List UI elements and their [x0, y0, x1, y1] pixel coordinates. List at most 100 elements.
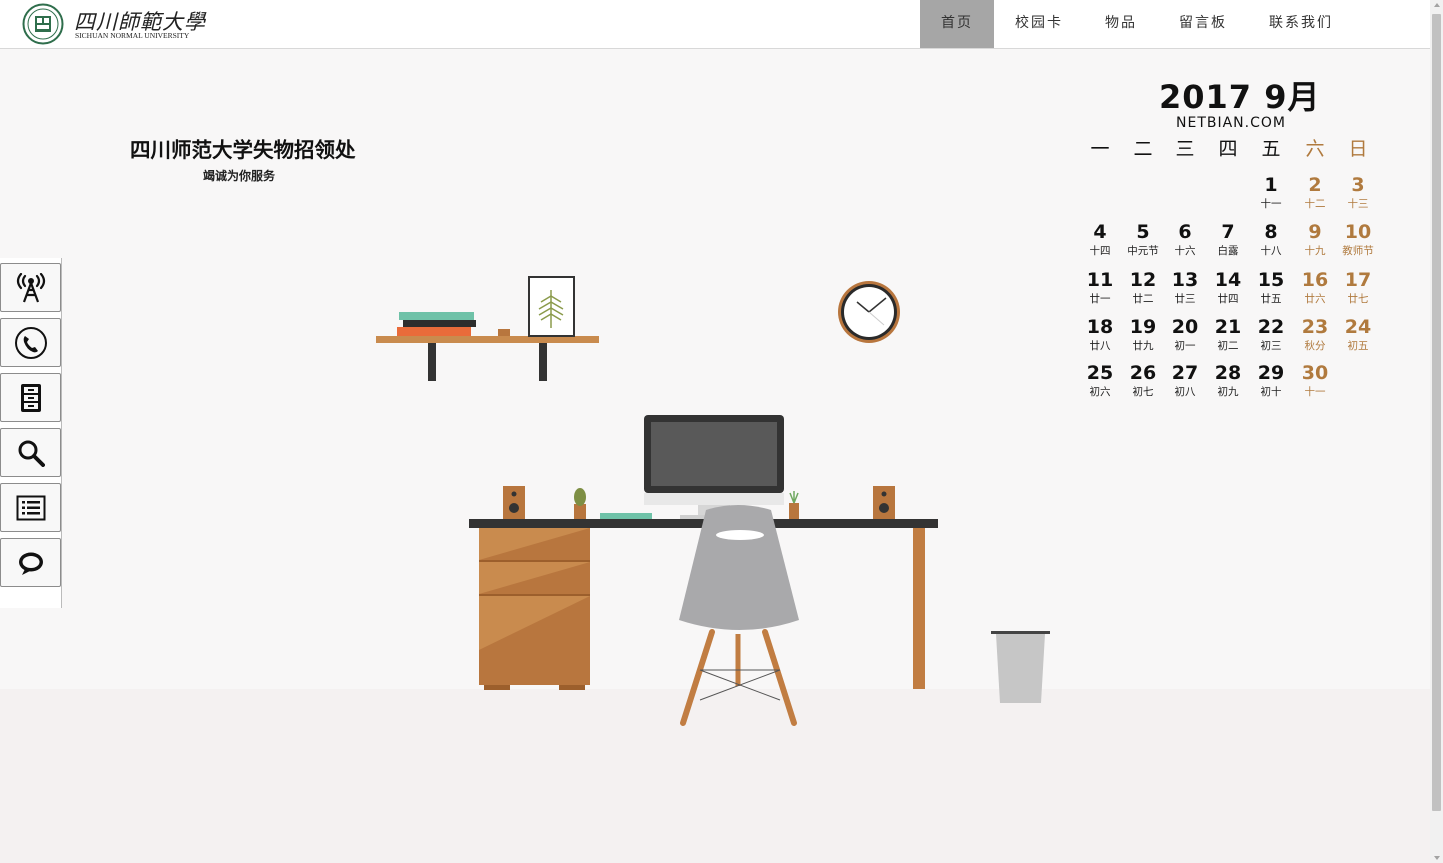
- lunar-date-label: 教师节: [1342, 245, 1374, 257]
- left-speaker: [503, 486, 525, 519]
- calendar-day-cell[interactable]: 8 十八: [1249, 220, 1293, 258]
- calendar-day-cell[interactable]: 3 十三: [1336, 173, 1380, 211]
- right-speaker: [873, 486, 895, 519]
- sidebar-phone-button[interactable]: [0, 318, 61, 367]
- calendar-day-cell[interactable]: 30 十一: [1293, 361, 1337, 399]
- calendar-day-cell[interactable]: 7 白露: [1206, 220, 1250, 258]
- lunar-date-label: 十九: [1304, 245, 1326, 257]
- day-number: 13: [1171, 269, 1199, 291]
- lunar-date-label: 初一: [1174, 340, 1196, 352]
- day-number: 11: [1086, 269, 1114, 291]
- lunar-date-label: 初二: [1217, 340, 1239, 352]
- calendar-year-month: 2017 9月: [1159, 78, 1321, 116]
- lunar-date-label: 十三: [1347, 198, 1369, 210]
- calendar-day-cell[interactable]: 20 初一: [1163, 315, 1207, 353]
- calendar-day-cell[interactable]: 19 廿九: [1121, 315, 1165, 353]
- calendar-day-cell[interactable]: 17 廿七: [1336, 268, 1380, 306]
- calendar-day-cell[interactable]: 27 初八: [1163, 361, 1207, 399]
- lunar-date-label: 十四: [1089, 245, 1111, 257]
- day-number: 23: [1301, 316, 1329, 338]
- lunar-date-label: 十六: [1174, 245, 1196, 257]
- calendar-day-cell[interactable]: 18 廿八: [1078, 315, 1122, 353]
- day-number: 7: [1221, 221, 1235, 243]
- day-number: 20: [1171, 316, 1199, 338]
- lunar-date-label: 初九: [1217, 386, 1239, 398]
- wall-clock-icon: [838, 281, 900, 343]
- lunar-date-label: 十一: [1304, 386, 1326, 398]
- sidebar-chat-button[interactable]: [0, 538, 61, 587]
- calendar-day-cell[interactable]: 16 廿六: [1293, 268, 1337, 306]
- weekday-label: 日: [1348, 138, 1368, 160]
- sidebar-archive-button[interactable]: [0, 373, 61, 422]
- day-number: 25: [1086, 362, 1114, 384]
- calendar-day-cell[interactable]: 1 十一: [1249, 173, 1293, 211]
- lunar-date-label: 初十: [1260, 386, 1282, 398]
- day-number: 28: [1214, 362, 1242, 384]
- calendar-day-cell[interactable]: 9 十九: [1293, 220, 1337, 258]
- day-number: 12: [1129, 269, 1157, 291]
- chat-bubble-icon: [18, 552, 43, 575]
- calendar-day-cell[interactable]: 13 廿三: [1163, 268, 1207, 306]
- lunar-date-label: 廿五: [1260, 293, 1282, 305]
- sidebar-search-button[interactable]: [0, 428, 61, 477]
- day-number: 27: [1171, 362, 1199, 384]
- calendar-day-cell[interactable]: 21 初二: [1206, 315, 1250, 353]
- calendar-day-cell[interactable]: 4 十四: [1078, 220, 1122, 258]
- cactus-plant: [574, 488, 586, 519]
- vertical-scrollbar[interactable]: [1430, 0, 1443, 863]
- day-number: 5: [1136, 221, 1150, 243]
- lunar-date-label: 廿四: [1217, 293, 1239, 305]
- calendar-day-cell[interactable]: 29 初十: [1249, 361, 1293, 399]
- calendar-day-cell[interactable]: 6 十六: [1163, 220, 1207, 258]
- day-number: 21: [1214, 316, 1242, 338]
- day-number: 26: [1129, 362, 1157, 384]
- scroll-up-arrow-icon[interactable]: [1434, 3, 1440, 7]
- day-number: 6: [1178, 221, 1192, 243]
- calendar-day-cell[interactable]: 25 初六: [1078, 361, 1122, 399]
- weekday-label: 二: [1133, 138, 1153, 160]
- calendar-day-cell[interactable]: 23 秋分: [1293, 315, 1337, 353]
- lunar-date-label: 廿三: [1174, 293, 1196, 305]
- lunar-date-label: 廿九: [1132, 340, 1154, 352]
- search-icon: [18, 440, 45, 467]
- lunar-date-label: 初七: [1132, 386, 1154, 398]
- calendar-day-cell[interactable]: 2 十二: [1293, 173, 1337, 211]
- weekday-label: 一: [1090, 138, 1110, 160]
- calendar-day-cell[interactable]: 28 初九: [1206, 361, 1250, 399]
- lunar-date-label: 廿八: [1089, 340, 1111, 352]
- office-chair: [679, 505, 799, 726]
- scroll-down-arrow-icon[interactable]: [1434, 856, 1440, 860]
- page-subtitle: 竭诚为你服务: [203, 169, 276, 183]
- calendar-day-cell[interactable]: 26 初七: [1121, 361, 1165, 399]
- day-number: 19: [1129, 316, 1157, 338]
- lunar-date-label: 初八: [1174, 386, 1196, 398]
- day-number: 17: [1344, 269, 1372, 291]
- calendar-day-cell[interactable]: 24 初五: [1336, 315, 1380, 353]
- day-number: 10: [1344, 221, 1372, 243]
- lunar-date-label: 秋分: [1304, 340, 1326, 352]
- calendar-day-cell[interactable]: 15 廿五: [1249, 268, 1293, 306]
- calendar-day-cell[interactable]: 12 廿二: [1121, 268, 1165, 306]
- lunar-date-label: 廿一: [1089, 293, 1111, 305]
- lunar-date-label: 十二: [1304, 198, 1326, 210]
- day-number: 3: [1351, 174, 1365, 196]
- calendar-day-cell[interactable]: 22 初三: [1249, 315, 1293, 353]
- calendar-day-cell[interactable]: 5 中元节: [1121, 220, 1165, 258]
- day-number: 14: [1214, 269, 1242, 291]
- notebook: [600, 513, 652, 519]
- weekday-label: 六: [1305, 138, 1325, 160]
- calendar-day-cell[interactable]: 10 教师节: [1336, 220, 1380, 258]
- day-number: 24: [1344, 316, 1372, 338]
- calendar-day-cell[interactable]: 14 廿四: [1206, 268, 1250, 306]
- lunar-date-label: 初三: [1260, 340, 1282, 352]
- lunar-date-label: 十一: [1260, 198, 1282, 210]
- sidebar-list-button[interactable]: [0, 483, 61, 532]
- scrollbar-thumb[interactable]: [1432, 14, 1441, 811]
- calendar-day-cell[interactable]: 11 廿一: [1078, 268, 1122, 306]
- lunar-date-label: 初五: [1347, 340, 1369, 352]
- lunar-date-label: 廿六: [1304, 293, 1326, 305]
- day-number: 18: [1086, 316, 1114, 338]
- sidebar-broadcast-button[interactable]: [0, 263, 61, 312]
- lunar-date-label: 初六: [1089, 386, 1111, 398]
- lunar-date-label: 白露: [1217, 245, 1239, 257]
